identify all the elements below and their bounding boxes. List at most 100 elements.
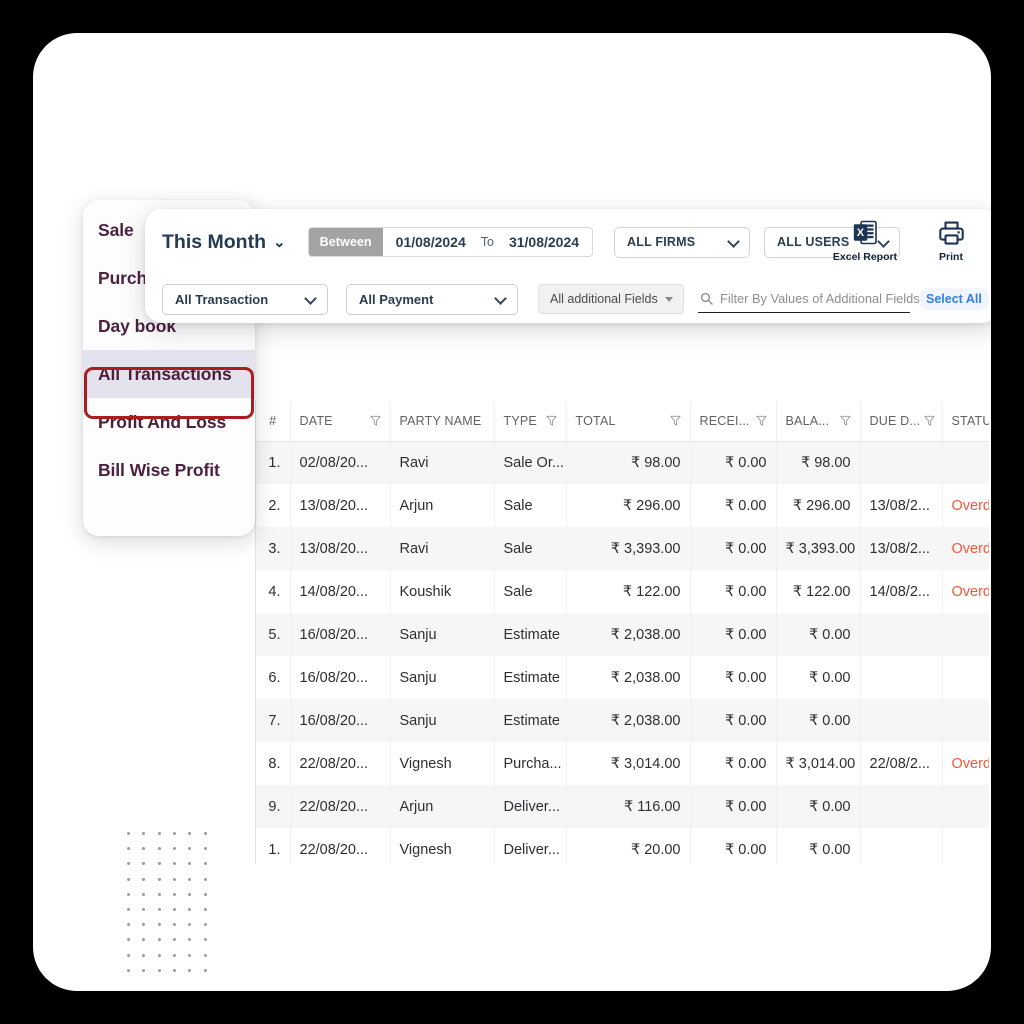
payment-type-value: All Payment [359, 291, 434, 307]
toolbar-row-primary: This Month ⌄ Between 01/08/2024 To 31/08… [145, 209, 991, 275]
table-header-idx[interactable]: # [256, 401, 291, 442]
cell-total: ₹ 3,014.00 [566, 742, 691, 785]
table-row[interactable]: 1. 22/08/20... Vignesh Deliver... ₹ 20.00 ₹ 0… [256, 828, 989, 864]
period-selector[interactable]: This Month ⌄ [162, 231, 286, 254]
search-icon [700, 292, 713, 305]
sidebar-item-label: Sale [98, 219, 134, 240]
cell-bal: ₹ 122.00 [776, 570, 861, 613]
printer-icon [938, 220, 965, 246]
table-header-label: PARTY NAME [399, 413, 482, 428]
date-range-group[interactable]: Between 01/08/2024 To 31/08/2024 [307, 227, 594, 257]
table-header-recv[interactable]: RECEI... [690, 401, 777, 442]
table-row[interactable]: 6. 16/08/20... Sanju Estimate ₹ 2,038.00 ₹ 0.… [256, 656, 989, 699]
dot [173, 968, 177, 972]
transactions-table-container[interactable]: # DATE PARTY NAME TYPE TOTAL RECEI... BALA... D… [255, 401, 989, 864]
dot [173, 923, 177, 927]
dot [142, 832, 146, 836]
dot [127, 877, 131, 881]
date-to-field[interactable]: 31/08/2024 [496, 228, 592, 256]
cell-party: Ravi [390, 441, 495, 484]
filter-icon[interactable] [369, 415, 381, 427]
date-from-field[interactable]: 01/08/2024 [383, 228, 479, 256]
cell-date: 16/08/20... [290, 656, 391, 699]
cell-recv: ₹ 0.00 [690, 656, 777, 699]
table-row[interactable]: 3. 13/08/20... Ravi Sale ₹ 3,393.00 ₹ 0.00 ₹ 3… [256, 527, 989, 570]
cell-due [860, 785, 943, 828]
filter-icon[interactable] [924, 415, 935, 427]
cell-type: Sale [494, 484, 567, 527]
select-all-button[interactable]: Select All [919, 288, 989, 310]
dot [203, 862, 207, 866]
table-row[interactable]: 2. 13/08/20... Arjun Sale ₹ 296.00 ₹ 0.00 ₹ 29… [256, 484, 989, 527]
cell-due: 22/08/2... [860, 742, 943, 785]
dot [157, 938, 161, 942]
table-row[interactable]: 8. 22/08/20... Vignesh Purcha... ₹ 3,014.00 ₹… [256, 742, 989, 785]
cell-idx: 1. [256, 441, 291, 484]
print-button[interactable]: Print [920, 220, 982, 263]
cell-party: Vignesh [390, 742, 495, 785]
filter-icon[interactable] [545, 415, 557, 427]
dot [157, 832, 161, 836]
dot [188, 862, 192, 866]
cell-type: Estimate [494, 699, 567, 742]
cell-total: ₹ 116.00 [566, 785, 691, 828]
table-row[interactable]: 7. 16/08/20... Sanju Estimate ₹ 2,038.00 ₹ 0.… [256, 699, 989, 742]
table-header-date[interactable]: DATE [290, 401, 391, 442]
sidebar-item-label: Profit And Loss [98, 411, 227, 432]
cell-due [860, 441, 943, 484]
cell-recv: ₹ 0.00 [690, 742, 777, 785]
additional-fields-select[interactable]: All additional Fields [538, 284, 684, 314]
dot [127, 847, 131, 851]
excel-report-button[interactable]: X Excel Report [833, 220, 897, 263]
table-row[interactable]: 1. 02/08/20... Ravi Sale Or... ₹ 98.00 ₹ 0.00… [256, 441, 989, 484]
filter-icon[interactable] [755, 415, 767, 427]
cell-date: 22/08/20... [290, 742, 391, 785]
filter-icon[interactable] [839, 415, 851, 427]
additional-fields-search-input[interactable]: Filter By Values of Additional Fields [698, 286, 920, 313]
filter-icon[interactable] [669, 415, 681, 427]
transactions-table: # DATE PARTY NAME TYPE TOTAL RECEI... BALA... D… [256, 401, 989, 864]
dot [142, 892, 146, 896]
table-header: # DATE PARTY NAME TYPE TOTAL RECEI... BALA... D… [256, 401, 989, 442]
dot [127, 923, 131, 927]
between-toggle-button[interactable]: Between [308, 228, 383, 256]
cell-bal: ₹ 0.00 [776, 828, 861, 864]
table-header-status[interactable]: STATUS [942, 401, 989, 442]
dot [173, 908, 177, 912]
firms-select[interactable]: ALL FIRMS [614, 226, 751, 258]
table-header-type[interactable]: TYPE [494, 401, 567, 442]
sidebar-item-bill-wise-profit[interactable]: Bill Wise Profit [83, 446, 255, 494]
cell-status [942, 699, 989, 742]
cell-status: Overdue [942, 742, 989, 785]
cell-total: ₹ 98.00 [566, 441, 691, 484]
cell-party: Sanju [390, 656, 495, 699]
dot [157, 923, 161, 927]
table-header-label: TYPE [503, 413, 537, 428]
filter-toolbar-panel[interactable]: This Month ⌄ Between 01/08/2024 To 31/08… [145, 209, 991, 323]
table-header-due[interactable]: DUE D... [860, 401, 943, 442]
table-header-label: BALA... [785, 413, 830, 428]
cell-due [860, 699, 943, 742]
dot [203, 877, 207, 881]
cell-status [942, 828, 989, 864]
cell-recv: ₹ 0.00 [690, 570, 777, 613]
cell-total: ₹ 2,038.00 [566, 656, 691, 699]
table-header-party[interactable]: PARTY NAME [390, 401, 495, 442]
sidebar-item-profit-and-loss[interactable]: Profit And Loss [83, 398, 255, 446]
table-header-bal[interactable]: BALA... [776, 401, 861, 442]
print-label: Print [939, 251, 963, 263]
transaction-type-select[interactable]: All Transaction [162, 283, 328, 315]
cell-due [860, 613, 943, 656]
cell-recv: ₹ 0.00 [690, 699, 777, 742]
cell-party: Arjun [390, 785, 495, 828]
dot [188, 908, 192, 912]
table-row[interactable]: 5. 16/08/20... Sanju Estimate ₹ 2,038.00 ₹ 0.… [256, 613, 989, 656]
cell-type: Estimate [494, 613, 567, 656]
sidebar-item-all-transactions[interactable]: All Transactions [83, 350, 255, 398]
table-row[interactable]: 4. 14/08/20... Koushik Sale ₹ 122.00 ₹ 0.00 ₹ … [256, 570, 989, 613]
table-header-total[interactable]: TOTAL [566, 401, 691, 442]
table-row[interactable]: 9. 22/08/20... Arjun Deliver... ₹ 116.00 ₹ 0.… [256, 785, 989, 828]
cell-idx: 5. [256, 613, 291, 656]
cell-recv: ₹ 0.00 [690, 785, 777, 828]
payment-type-select[interactable]: All Payment [346, 283, 518, 315]
